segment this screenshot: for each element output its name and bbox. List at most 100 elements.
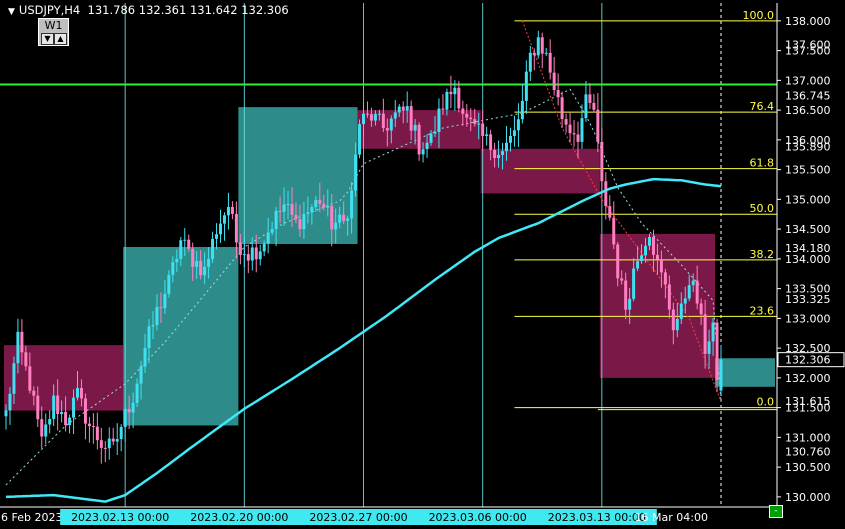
candle xyxy=(604,172,608,220)
candle xyxy=(222,212,226,241)
candle xyxy=(588,83,592,110)
candle xyxy=(119,424,123,452)
fib-label-5: 23.6 xyxy=(750,304,775,317)
price-marker-label: 134.180 xyxy=(785,242,831,255)
y-tick-label: 137.000 xyxy=(785,74,831,87)
candle xyxy=(246,244,250,274)
candle xyxy=(44,413,48,445)
candle xyxy=(211,231,215,264)
low-value: 131.642 xyxy=(189,3,238,17)
price-marker-label: 133.325 xyxy=(785,293,831,306)
candle xyxy=(115,423,119,456)
candle xyxy=(111,427,115,446)
candle xyxy=(528,46,532,81)
candle xyxy=(556,73,560,106)
candle xyxy=(91,413,95,444)
y-tick-label: 135.500 xyxy=(785,164,831,177)
symbol-label: USDJPY,H4 xyxy=(18,3,81,17)
x-tick-label: 2023.03.13 00:00 xyxy=(548,511,646,524)
x-tick-label: 6 Feb 2023 xyxy=(1,511,62,524)
candle xyxy=(548,39,552,80)
candle xyxy=(524,60,528,114)
candle xyxy=(99,427,103,464)
minimize-button[interactable]: - xyxy=(769,505,783,518)
x-tick-label: 2023.02.20 00:00 xyxy=(190,511,288,524)
zone-bull-6 xyxy=(715,358,775,387)
candle xyxy=(449,75,453,109)
candle xyxy=(215,223,219,250)
fib-label-2: 61.8 xyxy=(750,157,775,170)
chart-header: ▼ USDJPY,H4 131.786 132.361 131.642 132.3… xyxy=(8,3,289,17)
triangle-down-icon: ▼ xyxy=(8,7,15,17)
y-tick-label: 132.000 xyxy=(785,372,831,385)
candle xyxy=(520,84,524,124)
fib-label-4: 38.2 xyxy=(750,248,775,261)
candle xyxy=(508,127,512,152)
close-value: 132.306 xyxy=(241,3,289,17)
price-marker-label: 137.600 xyxy=(785,39,831,52)
candle xyxy=(536,30,540,59)
candle xyxy=(358,119,362,159)
price-marker-label: 136.745 xyxy=(785,90,831,103)
fib-label-6: 0.0 xyxy=(757,396,775,409)
x-tick-label: 16 Mar 04:00 xyxy=(635,511,708,524)
timeframe-switcher[interactable]: W1 ▼ ▲ xyxy=(38,18,69,46)
x-tick-label: 2023.02.13 00:00 xyxy=(71,511,169,524)
y-tick-label: 138.000 xyxy=(785,15,831,28)
candle xyxy=(219,209,222,243)
timeframe-label: W1 xyxy=(44,19,63,32)
candle xyxy=(40,406,44,449)
candle xyxy=(107,427,111,460)
price-chart[interactable]: 100.076.461.850.038.223.60.0138.000137.5… xyxy=(0,0,845,529)
candle xyxy=(560,91,564,128)
candle xyxy=(481,109,485,152)
candle xyxy=(564,113,568,133)
candle xyxy=(540,32,544,69)
candle xyxy=(532,48,536,71)
candle xyxy=(600,127,604,196)
fib-label-3: 50.0 xyxy=(750,202,775,215)
current-price-label: 132.306 xyxy=(785,354,831,367)
candle xyxy=(485,126,489,146)
y-tick-label: 134.500 xyxy=(785,223,831,236)
fib-label-1: 76.4 xyxy=(750,100,775,113)
candle xyxy=(258,244,262,266)
price-marker-label: 135.890 xyxy=(785,140,831,153)
y-tick-label: 136.500 xyxy=(785,104,831,117)
candle xyxy=(457,80,461,113)
open-value: 131.786 xyxy=(87,3,136,17)
candle xyxy=(544,48,548,57)
candle xyxy=(612,201,616,250)
candle xyxy=(103,440,107,463)
candle xyxy=(608,195,612,221)
y-tick-label: 130.000 xyxy=(785,491,831,504)
price-marker-label: 131.615 xyxy=(785,395,831,408)
candle xyxy=(568,111,572,143)
candle xyxy=(83,393,87,440)
candle xyxy=(512,115,516,147)
candle xyxy=(572,119,576,147)
y-tick-label: 135.000 xyxy=(785,193,831,206)
zone-bull-1 xyxy=(123,246,239,426)
x-tick-label: 2023.03.06 00:00 xyxy=(429,511,527,524)
fib-label-0: 100.0 xyxy=(743,9,775,22)
candle xyxy=(226,192,230,230)
candle xyxy=(68,414,72,434)
x-tick-label: 2023.02.27 00:00 xyxy=(309,511,407,524)
candle xyxy=(584,80,588,122)
candle xyxy=(95,412,99,450)
y-tick-label: 133.000 xyxy=(785,312,831,325)
candle xyxy=(230,201,234,220)
candle xyxy=(87,416,91,443)
timeframe-up-button[interactable]: ▲ xyxy=(54,33,67,45)
price-marker-label: 130.760 xyxy=(785,446,831,459)
timeframe-down-button[interactable]: ▼ xyxy=(41,33,54,45)
candle xyxy=(592,93,596,113)
high-value: 132.361 xyxy=(138,3,187,17)
candle xyxy=(719,345,723,395)
candle xyxy=(516,103,520,148)
candle xyxy=(552,56,556,96)
y-tick-label: 130.500 xyxy=(785,461,831,474)
candle xyxy=(381,98,385,133)
y-tick-label: 131.000 xyxy=(785,431,831,444)
